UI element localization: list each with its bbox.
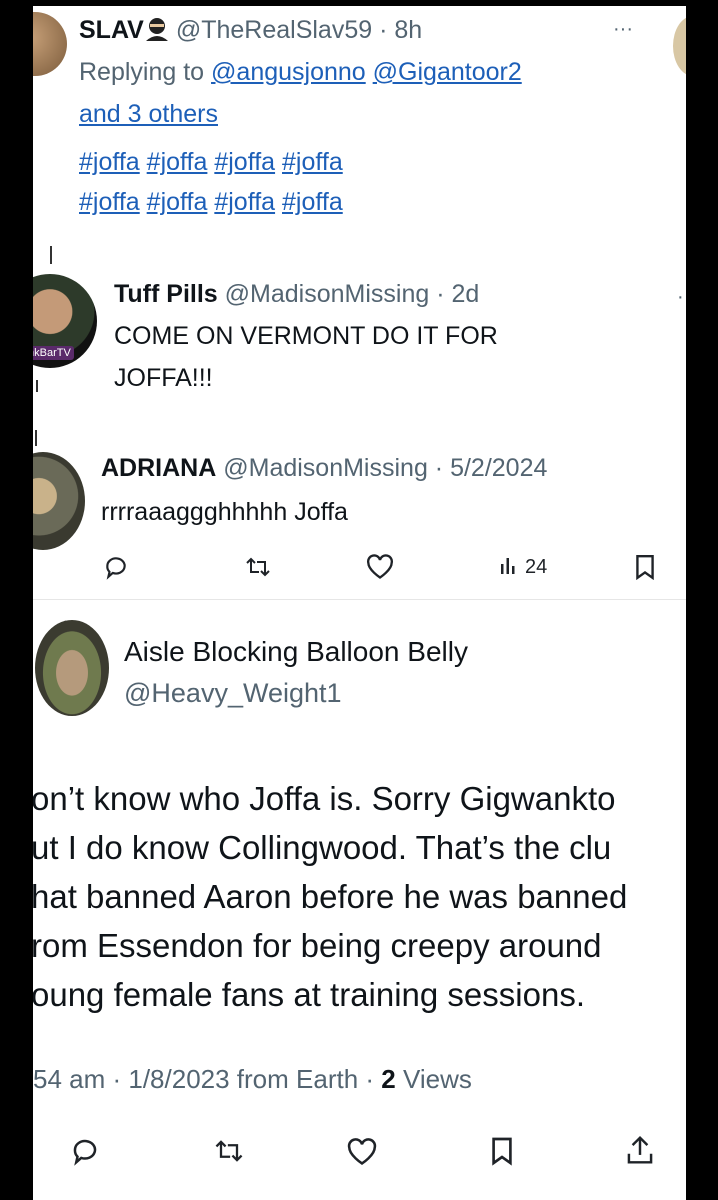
avatar[interactable] — [33, 12, 67, 76]
screenshot-panel: SLAV @TheRealSlav59 · 8h ··· Replying to… — [33, 6, 686, 1200]
bookmark-icon[interactable] — [634, 554, 656, 580]
timestamp[interactable]: 5/2/2024 — [450, 454, 547, 482]
tweet-text: JOFFA!!! — [114, 364, 213, 392]
thread-line — [35, 430, 37, 446]
avatar-badge: nkBarTV — [33, 346, 74, 360]
bookmark-icon[interactable] — [490, 1136, 514, 1166]
retweet-icon[interactable] — [244, 554, 272, 580]
views-count[interactable]: 24 — [499, 554, 547, 582]
user-handle[interactable]: @Heavy_Weight1 — [124, 678, 342, 709]
retweet-icon[interactable] — [213, 1137, 245, 1165]
thread-line — [36, 380, 38, 392]
user-name[interactable]: Aisle Blocking Balloon Belly — [124, 636, 468, 668]
tweet-header: SLAV @TheRealSlav59 · 8h — [79, 16, 422, 48]
like-icon[interactable] — [346, 1138, 378, 1166]
views-count: 2 — [381, 1064, 396, 1094]
mention-link[interactable]: @angusjonno — [211, 58, 366, 86]
hashtag-link[interactable]: #joffa — [79, 188, 140, 216]
hashtag-link[interactable]: #joffa — [147, 188, 208, 216]
tweet-meta: 54 am · 1/8/2023 from Earth · 2 Views — [33, 1064, 472, 1095]
tweet-text-line: ut I do know Collingwood. That’s the clu — [33, 829, 612, 866]
thread-line — [50, 246, 52, 264]
share-icon[interactable] — [625, 1134, 655, 1166]
more-icon[interactable]: · — [677, 286, 684, 309]
reply-icon[interactable] — [103, 554, 129, 580]
hashtag-link[interactable]: #joffa — [79, 148, 140, 176]
hashtag-link[interactable]: #joffa — [282, 148, 343, 176]
like-icon[interactable] — [366, 554, 394, 580]
hashtag-row: #joffa #joffa #joffa #joffa — [79, 188, 343, 217]
tweet-text-line: oung female fans at training sessions. — [33, 976, 585, 1013]
tweet-text-line: rom Essendon for being creepy around — [33, 927, 602, 964]
hashtag-link[interactable]: #joffa — [147, 148, 208, 176]
views-value: 24 — [525, 556, 548, 578]
hashtag-link[interactable]: #joffa — [214, 148, 275, 176]
avatar[interactable] — [35, 620, 109, 716]
tweet-text: rrrraaaggghhhhh Joffa — [101, 498, 348, 526]
more-icon[interactable]: ··· — [613, 18, 633, 41]
tweet-text-line: on’t know who Joffa is. Sorry Gigwankto — [33, 780, 616, 817]
hashtag-row: #joffa #joffa #joffa #joffa — [79, 148, 343, 177]
user-name[interactable]: SLAV — [79, 16, 144, 44]
user-name[interactable]: ADRIANA — [101, 454, 216, 482]
divider — [33, 599, 686, 600]
tweet-text: COME ON VERMONT DO IT FOR — [114, 322, 498, 350]
and-others-link[interactable]: and 3 others — [79, 100, 218, 128]
avatar[interactable] — [673, 16, 686, 76]
tweet-text-line: hat banned Aaron before he was banned — [33, 878, 628, 915]
tweet-header: ADRIANA @MadisonMissing · 5/2/2024 — [101, 454, 548, 482]
user-handle[interactable]: @MadisonMissing — [223, 454, 428, 482]
tweet-header: Tuff Pills @MadisonMissing · 2d — [114, 280, 480, 308]
user-name[interactable]: Tuff Pills — [114, 280, 218, 308]
ninja-emoji-icon — [144, 17, 170, 48]
views-icon — [499, 554, 521, 582]
user-handle[interactable]: @MadisonMissing — [225, 280, 430, 308]
timestamp[interactable]: 8h — [394, 16, 422, 44]
replying-label: Replying to — [79, 58, 212, 86]
user-handle[interactable]: @TheRealSlav59 — [176, 16, 372, 44]
avatar[interactable] — [33, 452, 85, 550]
timestamp[interactable]: 54 am · 1/8/2023 from Earth · — [33, 1064, 381, 1094]
views-label: Views — [395, 1064, 472, 1094]
mention-link[interactable]: @Gigantoor2 — [373, 58, 522, 86]
replying-to: Replying to @angusjonno @Gigantoor2 — [79, 58, 522, 87]
timestamp[interactable]: 2d — [452, 280, 480, 308]
reply-icon[interactable] — [70, 1136, 100, 1166]
hashtag-link[interactable]: #joffa — [214, 188, 275, 216]
hashtag-link[interactable]: #joffa — [282, 188, 343, 216]
